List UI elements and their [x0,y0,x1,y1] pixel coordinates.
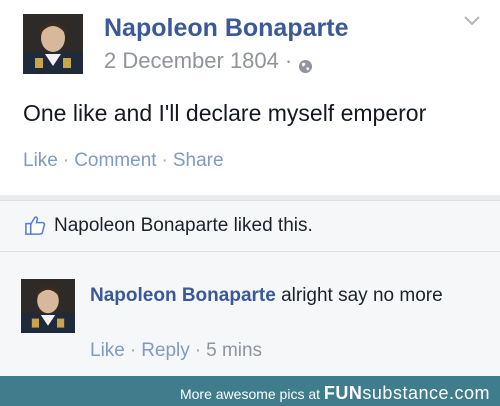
action-separator: · [62,150,70,171]
chevron-down-icon[interactable] [462,14,482,28]
logo-part-fun: FUN [323,383,363,403]
post-card: Napoleon Bonaparte 2 December 1804 · One… [0,0,500,195]
post-actions: Like · Comment · Share [23,150,224,172]
comment-body: Napoleon Bonaparte alright say no more [90,283,470,309]
comment-author-name[interactable]: Napoleon Bonaparte [90,285,276,306]
logo-part-tld: .com [448,383,490,403]
thumbs-up-icon [25,216,46,235]
author-avatar[interactable] [23,14,83,74]
comment-time[interactable]: 5 mins [206,340,262,361]
footer-text: More awesome pics at FUNsubstance.com [180,383,490,404]
watermark-footer: More awesome pics at FUNsubstance.com [0,376,500,406]
post-text: One like and I'll declare myself emperor [23,100,427,126]
post-date[interactable]: 2 December 1804 [104,48,279,74]
like-link[interactable]: Like [23,150,58,171]
comment-text: alright say no more [275,285,443,306]
commenter-avatar[interactable] [21,279,75,333]
share-link[interactable]: Share [173,150,224,171]
action-separator: · [129,340,137,361]
comment-like-link[interactable]: Like [90,340,125,361]
reply-link[interactable]: Reply [141,340,190,361]
comment-actions: Like · Reply · 5 mins [90,340,262,362]
action-separator: · [194,340,202,361]
post-meta: 2 December 1804 · [104,48,313,74]
globe-icon[interactable] [298,54,313,73]
meta-separator: · [284,48,293,73]
likes-text[interactable]: Napoleon Bonaparte liked this. [54,215,313,237]
action-separator: · [161,150,168,171]
site-logo[interactable]: FUNsubstance.com [324,383,490,403]
likes-summary: Napoleon Bonaparte liked this. [0,201,500,251]
post-author-name[interactable]: Napoleon Bonaparte [104,14,348,43]
footer-prefix: More awesome pics at [179,386,324,402]
logo-part-substance: substance [362,383,449,403]
comment-link[interactable]: Comment [74,150,156,171]
comment: Napoleon Bonaparte alright say no more L… [0,252,500,376]
